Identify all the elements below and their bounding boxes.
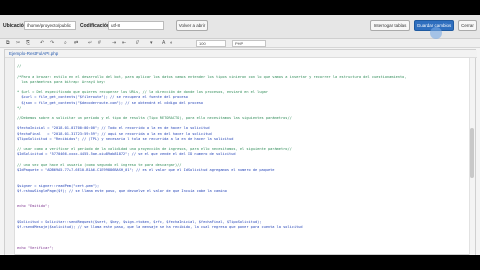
language-select[interactable]: PHP [232, 40, 266, 47]
font-size-icon[interactable]: A [162, 40, 165, 47]
mouse-cursor-highlight [430, 27, 442, 39]
query-tables-button[interactable]: Interrogar tablas [370, 20, 410, 31]
search-icon[interactable]: ⌕ [64, 40, 67, 47]
comment-icon[interactable]: // [136, 40, 139, 47]
theme-icon[interactable]: ◐ [170, 40, 173, 47]
editor-toolbar: ⧉ ✂ ⎘ ↶ ↷ ⌕ ⇄ ↵ # ⇥ ⇤ // ▾ A ◐ 100 PHP [0, 39, 480, 48]
reopen-button[interactable]: Volver a abrir [176, 20, 208, 31]
replace-icon[interactable]: ⇄ [74, 40, 78, 47]
file-tab[interactable]: Ejemplo-RestFulAPI.php [5, 50, 477, 58]
line-number-gutter [5, 58, 15, 255]
copy-icon[interactable]: ⧉ [6, 40, 10, 47]
encoding-select[interactable]: utf-8 [108, 21, 164, 30]
top-toolbar: Ubicación /home/proyecto/public Codifica… [0, 15, 480, 39]
code-line: /*Para a brazar: estilo en el desarrollo… [17, 74, 407, 79]
fold-icon[interactable]: ▾ [150, 40, 153, 47]
zoom-select[interactable]: 100 [196, 40, 226, 47]
outdent-icon[interactable]: ⇤ [122, 40, 126, 47]
file-tab-label: Ejemplo-RestFulAPI.php [9, 51, 59, 56]
paste-icon[interactable]: ⎘ [26, 40, 30, 47]
close-button[interactable]: Cerrar [458, 20, 477, 31]
wrap-icon[interactable]: ↵ [88, 40, 92, 47]
path-input[interactable]: /home/proyecto/public [24, 21, 76, 30]
undo-icon[interactable]: ↶ [40, 40, 44, 47]
goto-line-icon[interactable]: # [98, 40, 101, 47]
encoding-label: Codificación [80, 23, 111, 29]
code-editor[interactable]: Ejemplo-RestFulAPI.php ///*Para a brazar… [4, 49, 477, 255]
redo-icon[interactable]: ↷ [50, 40, 54, 47]
cut-icon[interactable]: ✂ [16, 40, 20, 47]
indent-icon[interactable]: ⇥ [112, 40, 116, 47]
vertical-scrollbar[interactable] [469, 58, 475, 255]
editor-app: Ubicación /home/proyecto/public Codifica… [0, 15, 480, 255]
scrollbar-thumb[interactable] [470, 128, 474, 178]
code-lines: ///*Para a brazar: estilo en el desarrol… [17, 59, 467, 255]
video-frame: Ubicación /home/proyecto/public Codifica… [0, 0, 480, 270]
